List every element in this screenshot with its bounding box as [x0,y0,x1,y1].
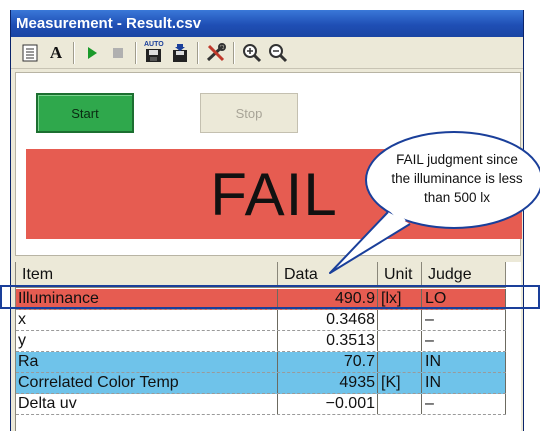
toolbar-separator [135,41,137,64]
stop-button[interactable]: Stop [200,93,298,133]
cell-data: −0.001 [278,394,378,414]
measurement-window: Measurement - Result.csv A AUTO Start St… [10,10,524,431]
cell-judge: IN [422,373,506,393]
table-row[interactable]: Delta uv −0.001 – [16,394,506,415]
save-download-icon[interactable] [167,40,193,66]
zoom-in-icon[interactable] [239,40,265,66]
tools-icon[interactable] [203,40,229,66]
window-title: Measurement - Result.csv [11,10,523,37]
play-icon[interactable] [79,40,105,66]
cell-unit [378,394,422,414]
cell-judge: – [422,310,506,330]
toolbar: A AUTO [11,37,523,69]
table-row[interactable]: Correlated Color Temp 4935 [K] IN [16,373,506,394]
cell-judge: – [422,394,506,414]
callout-line: than 500 lx [423,190,491,205]
cell-unit [378,310,422,330]
cell-item: y [16,331,278,351]
zoom-out-icon[interactable] [265,40,291,66]
auto-save-icon[interactable]: AUTO [141,40,167,66]
cell-item: Correlated Color Temp [16,373,278,393]
cell-data: 70.7 [278,352,378,372]
cell-data: 0.3468 [278,310,378,330]
cell-unit [378,331,422,351]
stop-square-icon[interactable] [105,40,131,66]
document-list-icon[interactable] [17,40,43,66]
illuminance-row-highlight [0,285,540,309]
font-icon[interactable]: A [43,40,69,66]
start-button[interactable]: Start [36,93,134,133]
auto-label: AUTO [144,40,164,48]
cell-item: x [16,310,278,330]
table-row[interactable]: y 0.3513 – [16,331,506,352]
cell-judge: – [422,331,506,351]
cell-data: 4935 [278,373,378,393]
callout-line: FAIL judgment since [396,152,518,167]
cell-item: Delta uv [16,394,278,414]
callout-text: FAIL judgment since the illuminance is l… [370,150,540,207]
toolbar-separator [73,41,75,64]
table-row[interactable]: Ra 70.7 IN [16,352,506,373]
toolbar-separator [233,41,235,64]
font-glyph: A [49,42,63,62]
cell-judge: IN [422,352,506,372]
callout-line: the illuminance is less [391,171,523,186]
cell-unit: [K] [378,373,422,393]
cell-item: Ra [16,352,278,372]
table-row[interactable]: x 0.3468 – [16,310,506,331]
toolbar-separator [197,41,199,64]
cell-unit [378,352,422,372]
cell-data: 0.3513 [278,331,378,351]
